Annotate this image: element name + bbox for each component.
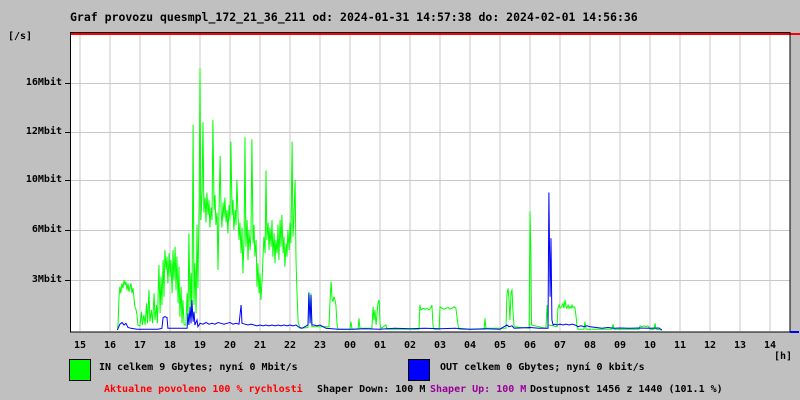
- x-tick-label: 09: [613, 340, 627, 351]
- y-tick-label: 3Mbit: [31, 274, 62, 285]
- x-tick-label: 22: [283, 340, 297, 351]
- x-tick-label: 03: [433, 340, 447, 351]
- x-tick-label: 04: [463, 340, 477, 351]
- x-tick-label: 02: [403, 340, 417, 351]
- page-title: Graf provozu quesmpl_172_21_36_211 od: 2…: [70, 10, 638, 24]
- legend-in-swatch: [69, 359, 91, 381]
- x-tick-label: 18: [163, 340, 177, 351]
- x-tick-label: 00: [343, 340, 357, 351]
- x-tick-label: 11: [673, 340, 687, 351]
- x-tick-label: 21: [253, 340, 267, 351]
- y-tick-label: 10Mbit: [25, 174, 62, 185]
- traffic-chart: [62, 32, 800, 333]
- x-tick-label: 13: [733, 340, 747, 351]
- x-tick-label: 15: [73, 340, 87, 351]
- x-tick-label: 12: [703, 340, 717, 351]
- x-tick-label: 19: [193, 340, 207, 351]
- footer-availability: Dostupnost 1456 z 1440 (101.1 %): [530, 384, 723, 395]
- x-tick-label: 06: [523, 340, 537, 351]
- y-tick-label: 6Mbit: [31, 224, 62, 235]
- x-axis-unit-label: [h]: [773, 351, 792, 362]
- traffic-chart-canvas: [65, 32, 800, 333]
- footer-shaper-down: Shaper Down: 100 M: [317, 384, 426, 395]
- x-tick-label: 01: [373, 340, 387, 351]
- legend-out-swatch: [408, 359, 430, 381]
- y-axis-unit-label: [/s]: [8, 31, 33, 42]
- traffic-graph-page: { "title": "Graf provozu quesmpl_172_21_…: [0, 0, 800, 400]
- legend-out-label: OUT celkem 0 Gbytes; nyní 0 kbit/s: [440, 362, 645, 373]
- x-tick-label: 07: [553, 340, 567, 351]
- x-tick-label: 05: [493, 340, 507, 351]
- y-tick-label: 12Mbit: [25, 126, 62, 137]
- footer-shaper-up: Shaper Up: 100 M: [430, 384, 527, 395]
- x-tick-label: 08: [583, 340, 597, 351]
- x-tick-label: 16: [103, 340, 117, 351]
- y-tick-label: 16Mbit: [25, 77, 62, 88]
- x-tick-label: 23: [313, 340, 327, 351]
- x-tick-label: 10: [643, 340, 657, 351]
- footer-allowed-speed: Aktualne povoleno 100 % rychlosti: [104, 384, 303, 395]
- x-tick-label: 17: [133, 340, 147, 351]
- x-tick-label: 20: [223, 340, 237, 351]
- legend-in-label: IN celkem 9 Gbytes; nyní 0 Mbit/s: [99, 362, 298, 373]
